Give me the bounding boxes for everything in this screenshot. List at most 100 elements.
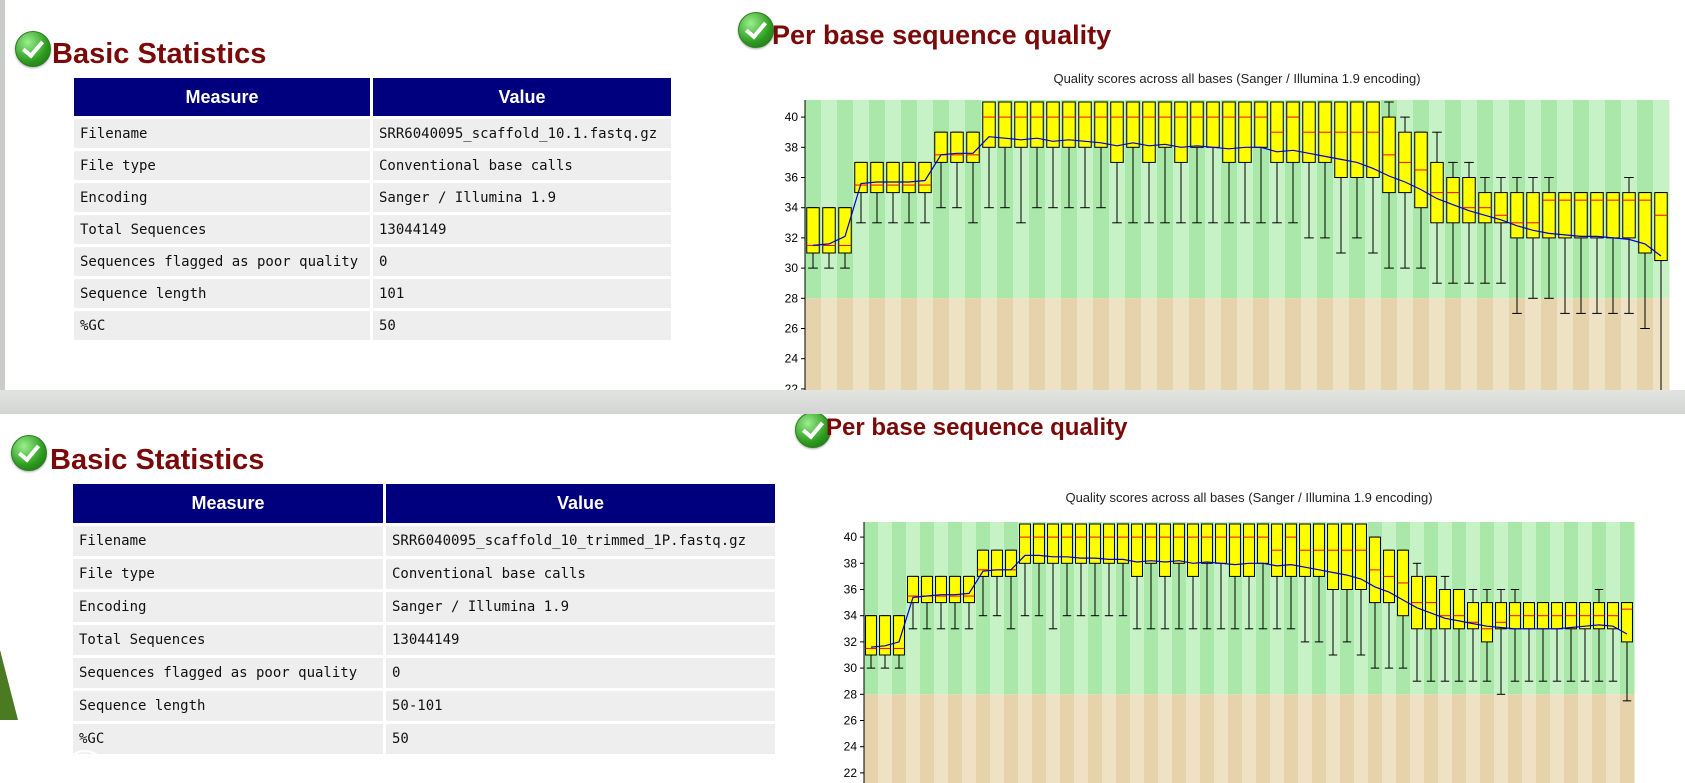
per-base-quality-title: Per base sequence quality [826, 414, 1128, 441]
reasonable-zone-stripe [1461, 298, 1478, 390]
reasonable-zone-stripe [1237, 298, 1254, 390]
quality-box [1622, 192, 1636, 239]
basic-statistics-table: Measure Value Filename SRR6040095_scaffol… [71, 75, 674, 343]
reasonable-zone-stripe [1284, 694, 1299, 783]
reasonable-zone-stripe [1438, 694, 1453, 783]
reasonable-zone-stripe [1550, 694, 1565, 783]
quality-chart-svg: Quality scores across all bases (Sanger … [844, 490, 1635, 783]
table-row: Sequences flagged as poor quality 0 [73, 658, 775, 688]
reasonable-zone-stripe [878, 694, 893, 783]
y-tick-label: 38 [844, 556, 858, 570]
reasonable-zone-stripe [1189, 298, 1206, 390]
chart-title: Quality scores across all bases (Sanger … [1053, 71, 1420, 86]
reasonable-zone-stripe [1141, 298, 1158, 390]
reasonable-zone-stripe [917, 298, 934, 390]
value-cell: 13044149 [386, 625, 775, 655]
magnifier-icon[interactable] [5, 750, 49, 783]
quality-box [1142, 101, 1156, 163]
reasonable-zone-stripe [837, 298, 854, 390]
y-tick-label: 32 [844, 635, 858, 649]
reasonable-zone-stripe [1477, 298, 1494, 390]
table-header-row: Measure Value [73, 484, 775, 523]
basic-statistics-title: Basic Statistics [52, 38, 267, 70]
quality-box [1229, 523, 1241, 577]
measure-cell: Sequence length [73, 691, 383, 721]
table-row: File type Conventional base calls [73, 559, 775, 589]
value-cell: 101 [373, 279, 671, 308]
quality-box [1558, 192, 1572, 239]
reasonable-zone-stripe [976, 694, 991, 783]
slide-decoration [0, 650, 18, 720]
reasonable-zone-stripe [1382, 694, 1397, 783]
reasonable-zone-stripe [1354, 694, 1369, 783]
reasonable-zone-stripe [1157, 298, 1174, 390]
y-tick-label: 38 [785, 140, 799, 154]
reasonable-zone-stripe [962, 694, 977, 783]
reasonable-zone-stripe [1077, 298, 1094, 390]
y-tick-label: 34 [844, 609, 858, 623]
reasonable-zone-stripe [1429, 298, 1446, 390]
measure-cell: Filename [73, 526, 383, 556]
y-tick-label: 26 [785, 322, 799, 336]
quality-box [1257, 523, 1269, 564]
measure-cell: Sequences flagged as poor quality [74, 247, 370, 276]
quality-box [806, 207, 820, 254]
quality-box [1190, 101, 1204, 148]
top-report-panel: Basic Statistics Measure Value Filename S… [5, 0, 1685, 390]
value-cell: 0 [386, 658, 775, 688]
reasonable-zone-stripe [1130, 694, 1145, 783]
quality-box [1334, 101, 1348, 178]
reasonable-zone-stripe [1381, 298, 1398, 390]
quality-box [1238, 101, 1252, 163]
reasonable-zone-stripe [1480, 694, 1495, 783]
quality-box [949, 575, 961, 604]
measure-cell: File type [73, 559, 383, 589]
reasonable-zone-stripe [934, 694, 949, 783]
reasonable-zone-stripe [1333, 298, 1350, 390]
value-cell: 13044149 [373, 215, 671, 244]
reasonable-zone-stripe [1397, 298, 1414, 390]
reasonable-zone-stripe [1298, 694, 1313, 783]
reasonable-zone-stripe [1445, 298, 1462, 390]
reasonable-zone-stripe [948, 694, 963, 783]
measure-cell: %GC [74, 311, 370, 340]
per-base-quality-title: Per base sequence quality [772, 20, 1112, 50]
reasonable-zone-stripe [1368, 694, 1383, 783]
quality-box [1654, 192, 1668, 262]
reasonable-zone-stripe [1269, 298, 1286, 390]
reasonable-zone-stripe [1029, 298, 1046, 390]
measure-cell: Encoding [73, 592, 383, 622]
measure-cell: Sequences flagged as poor quality [73, 658, 383, 688]
quality-box [935, 575, 947, 604]
reasonable-zone-stripe [1349, 298, 1366, 390]
quality-box [1206, 101, 1220, 148]
reasonable-zone-stripe [1413, 298, 1430, 390]
reasonable-zone-stripe [1578, 694, 1593, 783]
reasonable-zone-stripe [990, 694, 1005, 783]
reasonable-zone-stripe [949, 298, 966, 390]
reasonable-zone-stripe [1061, 298, 1078, 390]
quality-box [1014, 101, 1028, 148]
y-tick-label: 30 [844, 661, 858, 675]
reasonable-zone-stripe [805, 298, 822, 390]
table-header-row: Measure Value [74, 78, 671, 116]
section-divider [0, 390, 1685, 414]
reasonable-zone-stripe [1508, 694, 1523, 783]
measure-cell: Total Sequences [74, 215, 370, 244]
quality-box [1174, 101, 1188, 163]
quality-box [1327, 523, 1339, 590]
y-tick-label: 34 [785, 201, 799, 215]
table-row: File type Conventional base calls [74, 151, 671, 180]
reasonable-zone-stripe [1466, 694, 1481, 783]
reasonable-zone-stripe [1494, 694, 1509, 783]
reasonable-zone-stripe [1060, 694, 1075, 783]
value-cell: Conventional base calls [386, 559, 775, 589]
reasonable-zone-stripe [1253, 298, 1270, 390]
quality-box [893, 615, 905, 656]
basic-statistics-table: Measure Value Filename SRR6040095_scaffol… [70, 481, 778, 757]
y-tick-label: 36 [785, 171, 799, 185]
quality-box [822, 207, 836, 254]
y-tick-label: 24 [844, 740, 858, 754]
reasonable-zone-stripe [1564, 694, 1579, 783]
reasonable-zone-stripe [1424, 694, 1439, 783]
